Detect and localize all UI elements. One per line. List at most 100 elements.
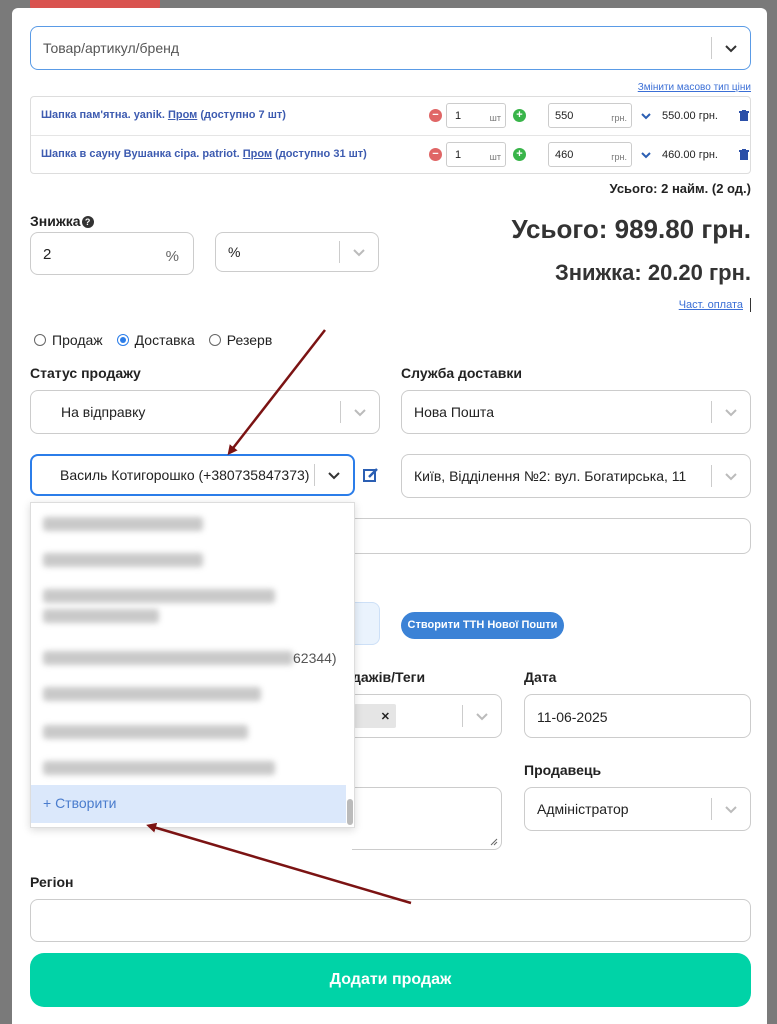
date-value: 11-06-2025 [537, 709, 608, 725]
product-search-select[interactable]: Товар/артикул/бренд [30, 26, 751, 70]
quantity-value: 1 [455, 110, 462, 122]
minus-icon[interactable]: − [429, 148, 442, 161]
blurred-text [43, 725, 248, 739]
list-item[interactable] [43, 553, 203, 569]
chevron-down-icon[interactable] [640, 110, 652, 122]
list-item[interactable] [43, 589, 283, 625]
chevron-down-icon[interactable] [463, 709, 501, 723]
create-ttn-button[interactable]: Створити ТТН Нової Пошти [401, 612, 564, 639]
bulk-price-type-link[interactable]: Змінити масово тип ціни [638, 82, 751, 93]
discount-total: Знижка: 20.20 грн. [554, 260, 751, 285]
plus-icon[interactable]: + [513, 148, 526, 161]
chevron-down-icon[interactable] [712, 802, 750, 816]
discount-label-text: Знижка [30, 213, 81, 229]
product-source-link[interactable]: Пром [243, 148, 272, 160]
blurred-text [43, 609, 159, 623]
product-source-link[interactable]: Пром [168, 109, 197, 121]
blurred-text [43, 553, 203, 567]
line-total: 460.00 грн. [662, 149, 718, 161]
customer-dropdown: 62344) + Створити [30, 502, 355, 828]
product-availability: (доступно 7 шт) [200, 109, 286, 121]
sale-status-select[interactable]: На відправку [30, 390, 380, 434]
chevron-down-icon[interactable] [712, 469, 750, 483]
quantity-value: 1 [455, 149, 462, 161]
delivery-branch-select[interactable]: Київ, Відділення №2: вул. Богатирська, 1… [401, 454, 751, 498]
price-value: 460 [555, 149, 574, 161]
radio-circle [208, 334, 221, 346]
trash-icon[interactable] [739, 149, 749, 160]
region-label: Регіон [30, 874, 74, 890]
chevron-down-icon[interactable] [315, 468, 353, 482]
add-sale-modal: Товар/артикул/бренд Змінити масово тип ц… [12, 8, 767, 1024]
radio-label: Резерв [226, 332, 273, 348]
summary-count: Усього: 2 найм. (2 од.) [609, 181, 751, 196]
chevron-down-icon[interactable] [340, 245, 378, 259]
plus-icon[interactable]: + [513, 109, 526, 122]
region-input[interactable] [30, 899, 751, 942]
delivery-service-label: Служба доставки [401, 365, 522, 381]
trash-icon[interactable] [739, 110, 749, 121]
quantity-input[interactable]: 1 шт [446, 103, 506, 128]
product-row: Шапка в сауну Вушанка сіра. patriot. Про… [31, 135, 750, 173]
close-icon[interactable]: ✕ [381, 710, 390, 723]
discount-input[interactable]: 2 % [30, 232, 194, 275]
product-name: Шапка пам'ятна. yanik. Пром (доступно 7 … [41, 109, 286, 121]
quantity-input[interactable]: 1 шт [446, 142, 506, 167]
product-title: Шапка в сауну Вушанка сіра. patriot. [41, 148, 240, 160]
list-item[interactable] [43, 687, 263, 703]
price-value: 550 [555, 110, 574, 122]
minus-icon[interactable]: − [429, 109, 442, 122]
radio-label: Продаж [52, 332, 103, 348]
price-currency: грн. [611, 113, 627, 123]
list-item[interactable] [43, 761, 283, 779]
comment-textarea[interactable] [352, 787, 502, 850]
chevron-down-icon[interactable] [640, 149, 652, 161]
add-sale-button[interactable]: Додати продаж [30, 953, 751, 1007]
seller-select[interactable]: Адміністратор [524, 787, 751, 831]
blurred-text [43, 761, 275, 775]
product-title: Шапка пам'ятна. yanik. [41, 109, 165, 121]
price-input[interactable]: 550 грн. [548, 103, 632, 128]
list-item-text: 62344) [293, 650, 337, 666]
create-customer-label: + Створити [43, 795, 117, 811]
delivery-service-value: Нова Пошта [414, 404, 494, 420]
radio-circle [34, 334, 46, 346]
radio-label: Доставка [134, 332, 195, 348]
partial-payment-link[interactable]: Част. оплата [679, 299, 743, 311]
chevron-down-icon[interactable] [712, 405, 750, 419]
list-item[interactable]: 62344) [43, 650, 343, 667]
resize-handle-icon[interactable] [490, 838, 498, 846]
tag-chip: ✕ [354, 704, 396, 728]
tags-label: дажів/Теги [352, 669, 426, 685]
help-icon[interactable]: ? [81, 216, 94, 228]
radio-delivery[interactable]: Доставка [116, 332, 195, 348]
delivery-service-select[interactable]: Нова Пошта [401, 390, 751, 434]
sale-status-value: На відправку [61, 404, 146, 420]
create-customer-option[interactable]: + Створити [31, 785, 346, 823]
chevron-down-icon[interactable] [341, 405, 379, 419]
list-item[interactable] [43, 725, 253, 741]
seller-value: Адміністратор [537, 801, 629, 817]
scrollbar[interactable] [347, 799, 353, 825]
blurred-text [43, 589, 275, 603]
chevron-down-icon[interactable] [712, 41, 750, 55]
radio-sale[interactable]: Продаж [34, 332, 103, 348]
grand-total: Усього: 989.80 грн. [511, 214, 752, 244]
price-input[interactable]: 460 грн. [548, 142, 632, 167]
date-label: Дата [524, 669, 557, 685]
edit-icon[interactable] [363, 467, 379, 483]
radio-reserve[interactable]: Резерв [208, 332, 273, 348]
discount-value: 2 [43, 246, 52, 263]
tags-select[interactable]: ✕ [352, 694, 502, 738]
discount-type-select[interactable]: % [215, 232, 379, 272]
ttn-info-block [352, 602, 380, 645]
quantity-unit: шт [489, 113, 501, 123]
radio-circle [116, 334, 129, 346]
date-input[interactable]: 11-06-2025 [524, 694, 751, 738]
product-name: Шапка в сауну Вушанка сіра. patriot. Про… [41, 148, 367, 160]
address-input[interactable] [352, 518, 751, 554]
customer-select[interactable]: Василь Котигорошко (+380735847373) [30, 454, 355, 496]
discount-type-value: % [228, 244, 241, 260]
customer-value: Василь Котигорошко (+380735847373) [60, 467, 310, 483]
list-item[interactable] [43, 517, 203, 533]
